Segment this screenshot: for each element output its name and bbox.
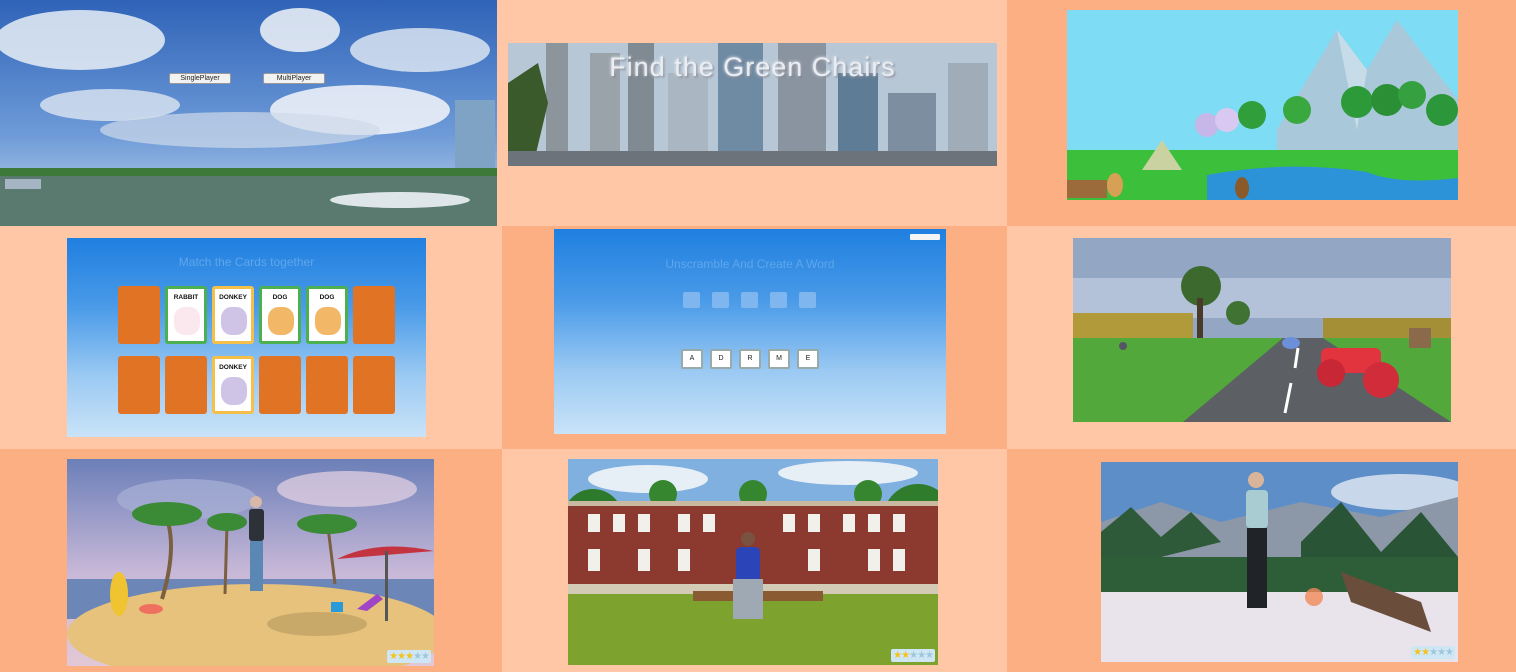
panel-road-cell [1007, 226, 1516, 449]
card-back[interactable] [165, 356, 207, 414]
letter-tile[interactable]: A [681, 349, 703, 369]
star-icon: ★ [925, 650, 934, 661]
card-label: DOG [319, 294, 335, 301]
card-back[interactable] [353, 356, 395, 414]
game-title: Find the Green Chairs [609, 52, 896, 82]
panel-snow-cell: ★★★★★ [1007, 449, 1516, 672]
dog-icon [268, 307, 294, 335]
panel-courtyard-cell: ★★★★★ [502, 449, 1007, 672]
star-icon: ★ [893, 650, 902, 661]
panel-menu-cell: SinglePlayer MultiPlayer [0, 0, 502, 226]
star-icon: ★ [405, 651, 414, 662]
snow-forest-screenshot: ★★★★★ [1101, 462, 1458, 662]
answer-slot[interactable] [683, 292, 700, 308]
card-back[interactable] [306, 356, 348, 414]
lowpoly-forest-screenshot [1067, 10, 1458, 200]
card-dog[interactable]: DOG [259, 286, 301, 344]
courtyard-screenshot: ★★★★★ [568, 459, 938, 665]
card-rabbit[interactable]: RABBIT [165, 286, 207, 344]
rating-stars: ★★★★★ [387, 650, 431, 663]
answer-slot[interactable] [770, 292, 787, 308]
card-donkey[interactable]: DONKEY [212, 286, 254, 344]
beach-screenshot: ★★★★★ [67, 459, 434, 666]
card-donkey[interactable]: DONKEY [212, 356, 254, 414]
scramble-game-screenshot: Unscramble And Create A Word A D R M E [554, 229, 946, 434]
star-icon: ★ [1413, 647, 1422, 658]
dog-icon [315, 307, 341, 335]
country-road-screenshot [1073, 238, 1451, 422]
rabbit-icon [174, 307, 200, 335]
donkey-icon [221, 377, 247, 405]
panel-forest-cell [1007, 0, 1516, 226]
star-icon: ★ [1429, 647, 1438, 658]
donkey-icon [221, 307, 247, 335]
star-icon: ★ [901, 650, 910, 661]
card-dog[interactable]: DOG [306, 286, 348, 344]
star-icon: ★ [1421, 647, 1430, 658]
card-label: DOG [272, 294, 288, 301]
panel-memory-cell: Match the Cards together RABBIT DONKEY D… [0, 226, 502, 449]
star-icon: ★ [413, 651, 422, 662]
star-icon: ★ [397, 651, 406, 662]
answer-slot[interactable] [741, 292, 758, 308]
answer-slot[interactable] [799, 292, 816, 308]
letter-tile[interactable]: D [710, 349, 732, 369]
panel-scramble-cell: Unscramble And Create A Word A D R M E [502, 226, 1007, 449]
card-back[interactable] [259, 356, 301, 414]
card-back[interactable] [118, 356, 160, 414]
star-icon: ★ [1445, 647, 1454, 658]
letter-tile[interactable]: R [739, 349, 761, 369]
menu-screenshot: SinglePlayer MultiPlayer [0, 0, 497, 226]
card-back[interactable] [118, 286, 160, 344]
letter-tile[interactable]: M [768, 349, 790, 369]
answer-slot[interactable] [712, 292, 729, 308]
city-screenshot: Find the Green Chairs [508, 43, 997, 166]
panel-beach-cell: ★★★★★ [0, 449, 502, 672]
card-label: RABBIT [173, 294, 199, 301]
card-label: DONKEY [219, 364, 247, 371]
memory-game-screenshot: Match the Cards together RABBIT DONKEY D… [67, 238, 426, 437]
card-back[interactable] [353, 286, 395, 344]
star-icon: ★ [917, 650, 926, 661]
single-player-button[interactable]: SinglePlayer [169, 73, 231, 84]
star-icon: ★ [421, 651, 430, 662]
scramble-title: Unscramble And Create A Word [665, 257, 835, 271]
star-icon: ★ [909, 650, 918, 661]
memory-title: Match the Cards together [178, 255, 315, 269]
card-label: DONKEY [219, 294, 247, 301]
letter-tile[interactable]: E [797, 349, 819, 369]
rating-stars: ★★★★★ [891, 649, 935, 662]
rating-stars: ★★★★★ [1411, 646, 1455, 659]
star-icon: ★ [389, 651, 398, 662]
multi-player-button[interactable]: MultiPlayer [263, 73, 325, 84]
close-button[interactable] [910, 234, 940, 240]
star-icon: ★ [1437, 647, 1446, 658]
panel-city-cell: Find the Green Chairs [502, 0, 1007, 226]
